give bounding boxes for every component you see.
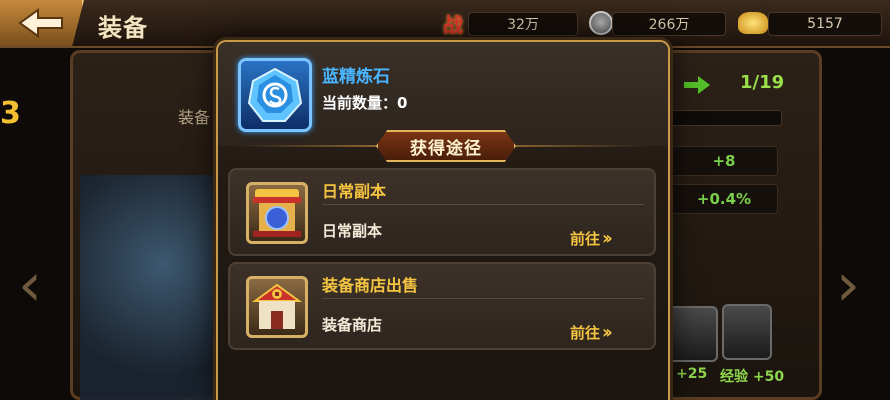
silver-coin-value: 266万 <box>612 12 726 36</box>
battle-power-value: 32万 <box>468 12 578 36</box>
source-card-daily-dungeon[interactable]: 日常副本 日常副本 前往 ›› <box>228 168 656 256</box>
source-description: 装备商店 <box>322 316 383 334</box>
divider <box>322 204 644 205</box>
stat-value: +0.4% <box>670 184 778 214</box>
battle-power-icon: 战 <box>443 12 463 37</box>
double-chevron-right-icon: ›› <box>602 322 613 343</box>
quantity-label: 当前数量： <box>322 94 398 112</box>
source-title: 日常副本 <box>322 182 387 201</box>
level-number: 3 <box>0 96 21 131</box>
back-arrow-icon <box>18 8 63 38</box>
double-chevron-right-icon: ›› <box>602 228 613 249</box>
go-label: 前往 <box>570 324 601 342</box>
progress-count: 1/19 <box>740 72 785 93</box>
item-source-dialog: 蓝精炼石 当前数量：0 获得途径 日常副本 日常副本 前往 ›› 装备商店出售 … <box>216 40 670 400</box>
go-label: 前往 <box>570 230 601 248</box>
bonus-value: +25 <box>676 366 708 382</box>
gold-ingot-value: 5157 <box>768 12 882 36</box>
equipment-shop-icon <box>251 283 303 329</box>
quantity-value: 0 <box>397 94 408 112</box>
item-slot <box>238 58 312 132</box>
stat-value: +8 <box>670 146 778 176</box>
upgrade-arrow-icon <box>684 76 710 94</box>
bonus-value: 经验 +50 <box>720 369 785 385</box>
daily-dungeon-palace-icon <box>253 189 301 237</box>
prev-arrow-icon[interactable]: ‹ <box>18 250 42 320</box>
go-button[interactable]: 前往 ›› <box>570 322 613 343</box>
section-banner: 获得途径 <box>376 130 516 162</box>
next-arrow-icon[interactable]: › <box>836 250 860 320</box>
source-icon-frame <box>246 182 308 244</box>
scene-background <box>80 175 216 400</box>
go-button[interactable]: 前往 ›› <box>570 228 613 249</box>
blue-refining-stone-icon <box>247 67 303 122</box>
divider <box>322 298 644 299</box>
progress-bar <box>670 110 782 126</box>
gold-ingot-icon <box>736 8 770 38</box>
source-description: 日常副本 <box>322 222 383 240</box>
equip-label: 装备 <box>178 108 211 127</box>
page-title: 装备 <box>98 14 148 42</box>
stone-slot[interactable] <box>722 304 772 360</box>
source-card-equipment-shop[interactable]: 装备商店出售 装备商店 前往 ›› <box>228 262 656 350</box>
item-name: 蓝精炼石 <box>322 67 390 87</box>
stone-slot[interactable] <box>668 306 718 362</box>
item-quantity: 当前数量：0 <box>322 92 407 113</box>
source-icon-frame <box>246 276 308 338</box>
source-title: 装备商店出售 <box>322 276 419 295</box>
back-button[interactable] <box>0 0 84 46</box>
